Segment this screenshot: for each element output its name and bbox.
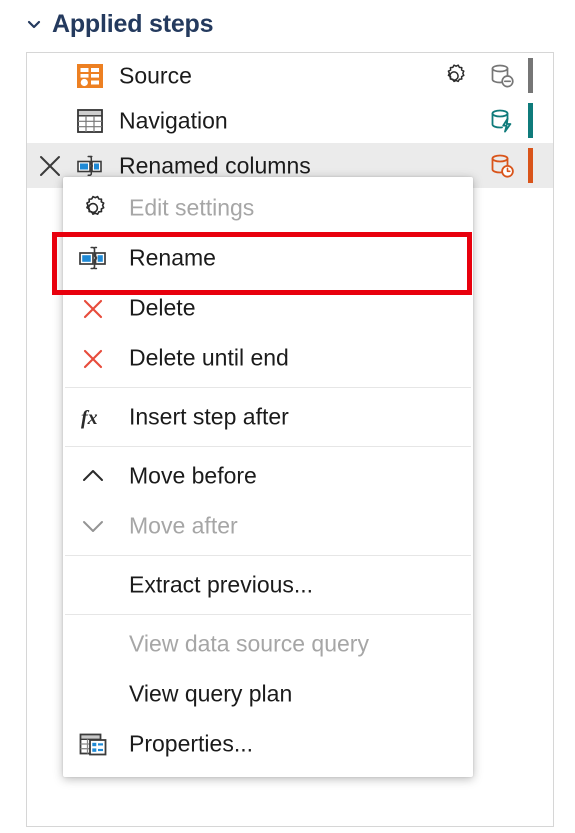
gear-icon[interactable] xyxy=(439,61,469,91)
menu-item-move-before[interactable]: Move before xyxy=(63,451,473,501)
applied-steps-pane: Applied steps Source Navigation Renamed … xyxy=(0,0,575,833)
step-context-menu: Edit settings Rename Delete Delete until… xyxy=(63,177,473,777)
gear-icon xyxy=(77,192,109,224)
menu-separator xyxy=(65,555,471,556)
step-row-navigation[interactable]: Navigation xyxy=(27,98,553,143)
menu-item-properties[interactable]: Properties... xyxy=(63,719,473,769)
page-title: Applied steps xyxy=(52,9,214,38)
menu-item-extract-previous[interactable]: Extract previous... xyxy=(63,560,473,610)
menu-item-view-data-source-query[interactable]: View data source query xyxy=(63,619,473,669)
step-label: Source xyxy=(119,62,192,88)
menu-item-view-query-plan[interactable]: View query plan xyxy=(63,669,473,719)
source-table-icon xyxy=(75,61,105,91)
menu-item-move-after[interactable]: Move after xyxy=(63,501,473,551)
database-clock-icon[interactable] xyxy=(487,151,517,181)
close-icon[interactable] xyxy=(35,151,65,181)
database-lightning-icon[interactable] xyxy=(487,106,517,136)
menu-item-label: Edit settings xyxy=(129,194,255,221)
menu-item-edit-settings[interactable]: Edit settings xyxy=(63,183,473,233)
menu-separator xyxy=(65,387,471,388)
database-minus-icon[interactable] xyxy=(487,61,517,91)
step-status-accent xyxy=(528,103,533,138)
menu-item-label: Delete until end xyxy=(129,344,289,371)
navigation-table-icon xyxy=(75,106,105,136)
step-status-accent xyxy=(528,58,533,93)
menu-item-delete-until-end[interactable]: Delete until end xyxy=(63,333,473,383)
menu-item-label: Move before xyxy=(129,462,257,489)
rename-columns-icon xyxy=(75,151,105,181)
svg-text:fx: fx xyxy=(81,407,98,429)
menu-item-label: View query plan xyxy=(129,680,293,707)
properties-table-icon xyxy=(77,728,109,760)
step-label: Navigation xyxy=(119,107,228,133)
delete-x-icon xyxy=(77,342,109,374)
chevron-down-icon xyxy=(77,510,109,542)
menu-item-label: Insert step after xyxy=(129,403,289,430)
menu-separator xyxy=(65,614,471,615)
step-row-source[interactable]: Source xyxy=(27,53,553,98)
menu-item-label: Properties... xyxy=(129,730,253,757)
rename-icon xyxy=(77,242,109,274)
menu-item-label: Extract previous... xyxy=(129,571,314,598)
menu-item-label: Move after xyxy=(129,512,238,539)
menu-item-delete[interactable]: Delete xyxy=(63,283,473,333)
chevron-up-icon xyxy=(77,460,109,492)
menu-item-label: View data source query xyxy=(129,630,369,657)
menu-item-label: Delete xyxy=(129,294,196,321)
step-label: Renamed columns xyxy=(119,152,311,178)
menu-item-insert-step-after[interactable]: fx Insert step after xyxy=(63,392,473,442)
step-status-accent xyxy=(528,148,533,183)
applied-steps-list: Source Navigation Renamed columns Edit s… xyxy=(26,52,554,827)
applied-steps-header[interactable]: Applied steps xyxy=(26,6,214,42)
menu-separator xyxy=(65,446,471,447)
delete-x-icon xyxy=(77,292,109,324)
menu-item-label: Rename xyxy=(129,244,216,271)
menu-item-rename[interactable]: Rename xyxy=(63,233,473,283)
chevron-down-icon[interactable] xyxy=(26,16,42,32)
fx-icon: fx xyxy=(77,401,109,433)
